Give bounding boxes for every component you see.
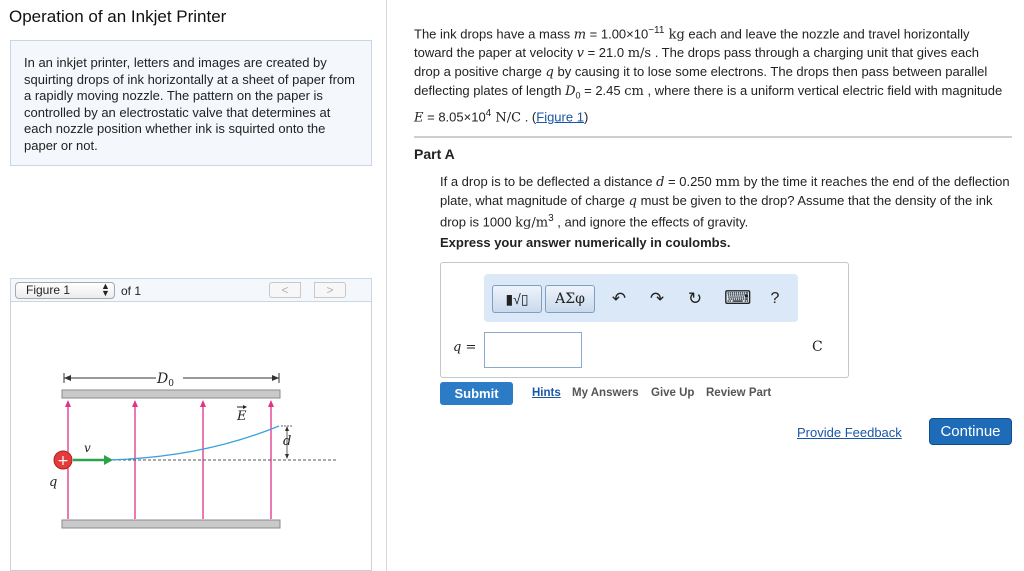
arrowhead-right bbox=[272, 375, 279, 381]
give-up-link[interactable]: Give Up bbox=[651, 387, 694, 399]
intro-box: In an inkjet printer, letters and images… bbox=[10, 40, 372, 166]
templates-button[interactable]: ▮√▯ bbox=[492, 285, 542, 313]
deflection-arrow-down bbox=[285, 454, 289, 459]
continue-button[interactable]: Continue bbox=[929, 418, 1012, 445]
answer-input[interactable] bbox=[484, 332, 582, 368]
units-label: C bbox=[812, 339, 823, 355]
charge-label: q bbox=[49, 475, 57, 490]
part-title: Part A bbox=[414, 146, 455, 162]
my-answers-link[interactable]: My Answers bbox=[572, 387, 639, 399]
hints-link[interactable]: Hints bbox=[532, 387, 561, 399]
top-plate bbox=[61, 389, 281, 399]
field-label: E bbox=[236, 409, 247, 424]
math-toolbar: ▮√▯ ΑΣφ ↶ ↷ ↻ ⌨ ? bbox=[484, 274, 798, 322]
keyboard-icon[interactable]: ⌨ bbox=[724, 286, 751, 312]
answer-variable-label: q = bbox=[453, 340, 477, 355]
help-icon[interactable]: ? bbox=[764, 286, 786, 312]
figure-panel: D0 E d v + q bbox=[10, 302, 372, 571]
select-arrows-icon: ▲ ▼ bbox=[101, 281, 110, 298]
drop-trajectory bbox=[105, 425, 280, 461]
prev-figure-button[interactable]: < bbox=[269, 282, 301, 298]
figure-select[interactable]: Figure 1 ▲ ▼ bbox=[15, 282, 115, 299]
figure-select-value: Figure 1 bbox=[26, 283, 71, 297]
redo-icon[interactable]: ↷ bbox=[646, 286, 668, 312]
arrowhead-left bbox=[64, 375, 71, 381]
answer-instruction: Express your answer numerically in coulo… bbox=[440, 235, 731, 250]
provide-feedback-link[interactable]: Provide Feedback bbox=[797, 425, 902, 440]
next-figure-button[interactable]: > bbox=[314, 282, 346, 298]
plus-sign-icon: + bbox=[57, 453, 69, 469]
problem-statement: The ink drops have a mass m = 1.00×10−11… bbox=[414, 25, 1003, 126]
velocity-label: v bbox=[84, 441, 91, 455]
deflection-arrow-up bbox=[285, 426, 289, 431]
velocity-arrowhead bbox=[104, 455, 113, 465]
page-title: Operation of an Inkjet Printer bbox=[9, 7, 227, 26]
symbols-button[interactable]: ΑΣφ bbox=[545, 285, 595, 313]
section-divider bbox=[414, 136, 1012, 138]
answer-box: ▮√▯ ΑΣφ ↶ ↷ ↻ ⌨ ? q = C bbox=[440, 262, 849, 378]
left-panel: Operation of an Inkjet Printer In an ink… bbox=[0, 0, 387, 571]
bottom-plate bbox=[61, 519, 281, 529]
question-text: If a drop is to be deflected a distance … bbox=[440, 174, 1010, 231]
deflection-label: d bbox=[283, 434, 291, 449]
inkjet-diagram: D0 E d v + q bbox=[49, 371, 336, 529]
length-label: D0 bbox=[156, 371, 174, 389]
review-part-link[interactable]: Review Part bbox=[706, 387, 771, 399]
undo-icon[interactable]: ↶ bbox=[608, 286, 630, 312]
reset-icon[interactable]: ↻ bbox=[684, 286, 706, 312]
submit-button[interactable]: Submit bbox=[440, 382, 513, 405]
figure-bar: Figure 1 ▲ ▼ of 1 < > bbox=[10, 278, 372, 302]
intro-text: In an inkjet printer, letters and images… bbox=[24, 55, 355, 153]
figure-count-label: of 1 bbox=[121, 284, 142, 298]
figure-link[interactable]: Figure 1 bbox=[536, 109, 584, 124]
